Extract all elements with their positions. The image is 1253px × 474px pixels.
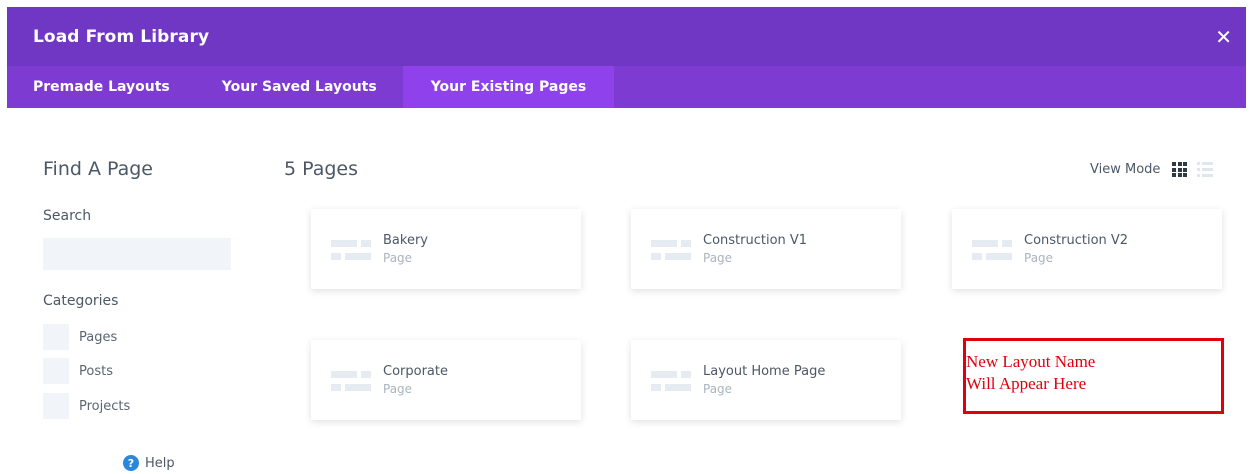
layout-thumbnail-icon	[331, 234, 373, 264]
category-checkbox[interactable]	[43, 358, 69, 384]
dialog-title: Load From Library	[33, 26, 210, 47]
search-input[interactable]	[43, 238, 231, 270]
category-label: Pages	[79, 329, 118, 345]
placeholder-line-2: Will Appear Here	[966, 374, 1087, 393]
grid-view-icon[interactable]	[1172, 162, 1188, 177]
help-icon: ?	[123, 455, 139, 471]
new-layout-placeholder: New Layout Name Will Appear Here	[963, 338, 1224, 414]
layout-card-type: Page	[703, 382, 733, 396]
placeholder-line-1: New Layout Name	[966, 352, 1096, 371]
category-label: Projects	[79, 398, 131, 414]
view-mode-switcher: View Mode	[1090, 162, 1214, 177]
layout-card-corporate[interactable]: Corporate Page	[311, 340, 581, 420]
search-label: Search	[43, 208, 92, 224]
page-count: 5 Pages	[284, 158, 359, 180]
layout-thumbnail-icon	[651, 365, 693, 395]
layout-card-name: Construction V1	[703, 233, 808, 248]
tab-bar: Premade Layouts Your Saved Layouts Your …	[7, 66, 1246, 108]
categories-label: Categories	[43, 293, 119, 309]
help-link[interactable]: ? Help	[123, 455, 175, 471]
category-posts[interactable]: Posts	[43, 358, 113, 384]
layout-card-name: Layout Home Page	[703, 364, 826, 379]
dialog-header: Load From Library ✕	[7, 7, 1246, 66]
tab-premade-layouts[interactable]: Premade Layouts	[7, 66, 196, 108]
layout-card-layout-home-page[interactable]: Layout Home Page Page	[631, 340, 901, 420]
layout-card-name: Construction V2	[1024, 233, 1129, 248]
category-checkbox[interactable]	[43, 393, 69, 419]
layout-card-name: Corporate	[383, 364, 448, 379]
tab-your-existing-pages[interactable]: Your Existing Pages	[402, 66, 615, 108]
layout-thumbnail-icon	[331, 365, 373, 395]
layout-card-name: Bakery	[383, 233, 428, 248]
layout-card-type: Page	[383, 382, 413, 396]
category-checkbox[interactable]	[43, 324, 69, 350]
layout-card-type: Page	[383, 251, 413, 265]
view-mode-label: View Mode	[1090, 162, 1161, 177]
tab-your-saved-layouts[interactable]: Your Saved Layouts	[196, 66, 403, 108]
layout-card-type: Page	[1024, 251, 1054, 265]
layout-thumbnail-icon	[651, 234, 693, 264]
layout-card-type: Page	[703, 251, 733, 265]
layout-card-bakery[interactable]: Bakery Page	[311, 209, 581, 289]
layout-thumbnail-icon	[972, 234, 1014, 264]
close-icon[interactable]: ✕	[1215, 27, 1232, 47]
sidebar-title: Find A Page	[43, 158, 154, 180]
category-pages[interactable]: Pages	[43, 324, 117, 350]
category-label: Posts	[79, 363, 113, 379]
layout-card-construction-v2[interactable]: Construction V2 Page	[952, 209, 1222, 289]
layout-card-construction-v1[interactable]: Construction V1 Page	[631, 209, 901, 289]
category-projects[interactable]: Projects	[43, 393, 130, 419]
list-view-icon[interactable]	[1197, 162, 1214, 177]
help-label: Help	[145, 455, 175, 471]
